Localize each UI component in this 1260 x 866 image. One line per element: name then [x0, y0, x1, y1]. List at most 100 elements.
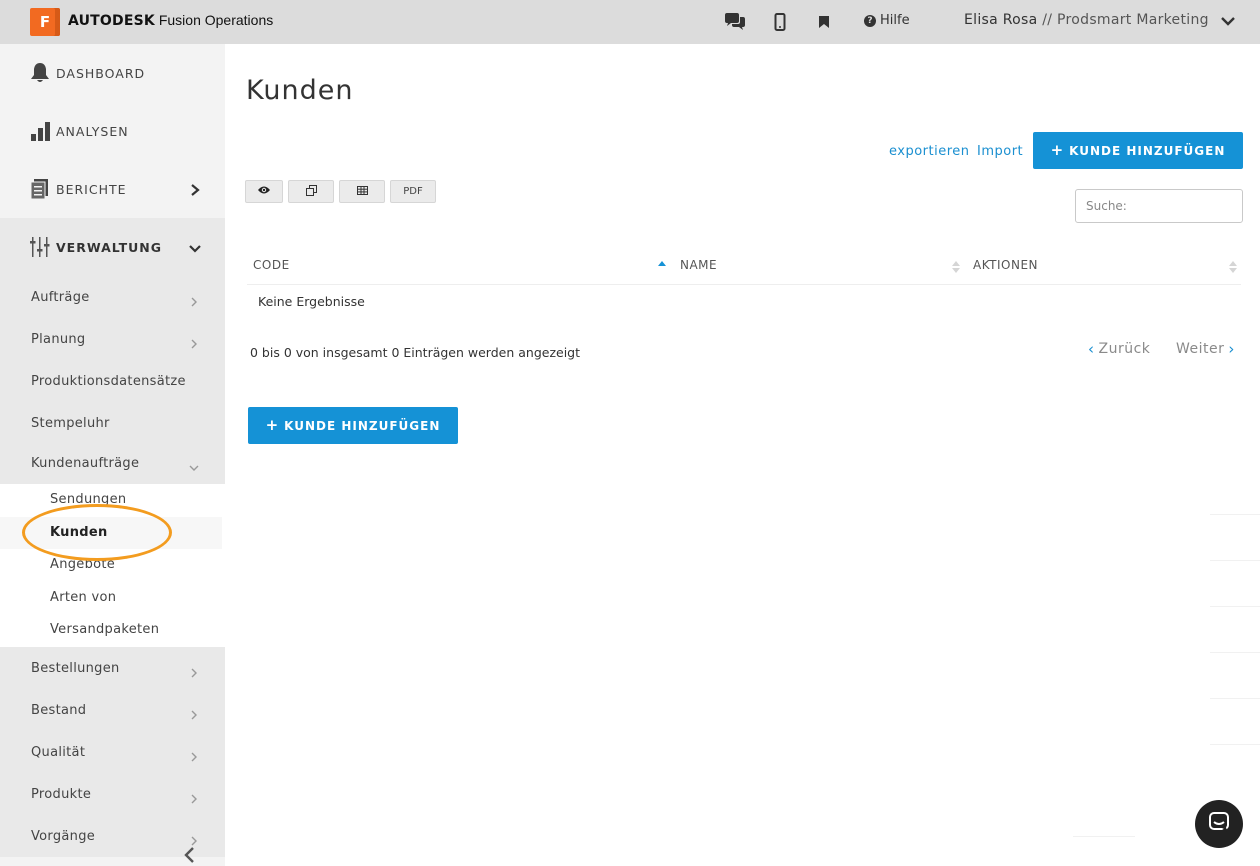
divider — [1210, 606, 1260, 607]
sidebar-item-label: Bestand — [31, 702, 87, 718]
mobile-icon[interactable] — [767, 9, 793, 35]
sidebar-item-label: Produktionsdatensätze — [31, 373, 186, 389]
import-link[interactable]: Import — [977, 144, 1023, 159]
brand-name-bold: AUTODESK — [68, 13, 155, 29]
eye-icon — [257, 185, 271, 198]
chat-icon[interactable] — [722, 9, 748, 35]
chat-widget-button[interactable] — [1195, 800, 1243, 848]
pdf-label: PDF — [403, 186, 423, 197]
plus-icon: + — [1050, 141, 1065, 159]
copy-icon — [305, 184, 317, 199]
chevron-down-icon — [189, 458, 199, 471]
chevron-right-icon — [189, 789, 199, 804]
sidebar-item-label: Aufträge — [31, 289, 90, 305]
pdf-export-button[interactable]: PDF — [390, 180, 436, 203]
brand-name-rest: Fusion Operations — [154, 12, 274, 28]
submenu-panel: Sendungen Kunden Angebote Arten von Vers… — [0, 484, 225, 647]
chat-bubble-icon — [1208, 811, 1230, 837]
bookmark-icon[interactable] — [811, 9, 837, 35]
sidebar: DASHBOARD ANALYSEN BERICHTE VERWALTUNG A… — [0, 44, 225, 866]
pagination-previous[interactable]: ‹ Zurück — [1088, 340, 1150, 358]
sidebar-item-label: Bestellungen — [31, 660, 120, 676]
pagination-next-label: Weiter — [1176, 341, 1225, 357]
chevron-down-icon[interactable] — [1218, 10, 1238, 32]
help-label: Hilfe — [880, 13, 910, 28]
sidebar-item-bestand[interactable]: Bestand — [0, 689, 225, 731]
sidebar-item-produktionsdatensaetze[interactable]: Produktionsdatensätze — [0, 360, 225, 402]
pagination-next[interactable]: Weiter › — [1176, 340, 1235, 358]
sort-both-icon[interactable] — [952, 259, 960, 273]
sort-ascending-icon[interactable] — [658, 258, 666, 270]
sort-both-icon[interactable] — [1229, 259, 1237, 273]
sidebar-item-berichte[interactable]: BERICHTE — [0, 160, 225, 218]
sidebar-item-versandpaketen[interactable]: Versandpaketen — [0, 614, 225, 646]
column-header-name[interactable]: NAME — [680, 258, 717, 272]
table-icon — [356, 185, 368, 198]
column-visibility-button[interactable] — [245, 180, 283, 203]
sidebar-item-label: Kundenaufträge — [31, 455, 140, 471]
sidebar-item-sendungen[interactable]: Sendungen — [0, 484, 225, 516]
sidebar-item-label: Versandpaketen — [50, 622, 160, 637]
sidebar-item-qualitaet[interactable]: Qualität — [0, 731, 225, 773]
sidebar-item-label: Stempeluhr — [31, 415, 110, 431]
help-link[interactable]: ? Hilfe — [864, 13, 910, 28]
sidebar-item-kunden[interactable]: Kunden — [0, 517, 222, 549]
collapse-sidebar-icon[interactable] — [182, 846, 198, 864]
chevron-right-icon — [189, 831, 199, 846]
sidebar-item-label: Sendungen — [50, 492, 127, 507]
search-input[interactable] — [1075, 189, 1243, 223]
add-customer-bottom-button[interactable]: + KUNDE HINZUFÜGEN — [248, 407, 458, 444]
sidebar-item-bestellungen[interactable]: Bestellungen — [0, 647, 225, 689]
fusion-logo-icon[interactable]: F — [30, 8, 60, 36]
sidebar-item-label: Kunden — [50, 525, 108, 540]
column-header-aktionen[interactable]: AKTIONEN — [973, 258, 1038, 272]
chevron-right-icon — [189, 292, 199, 307]
sidebar-item-kundenauftraege[interactable]: Kundenaufträge — [0, 442, 225, 484]
chevron-right-icon: › — [1228, 340, 1235, 358]
sidebar-item-label: Produkte — [31, 786, 92, 802]
export-link[interactable]: exportieren — [889, 144, 970, 159]
table-info-text: 0 bis 0 von insgesamt 0 Einträgen werden… — [250, 345, 581, 360]
divider — [1210, 744, 1260, 745]
column-header-code[interactable]: CODE — [253, 258, 290, 272]
table-header-divider — [247, 284, 1241, 285]
bar-chart-icon — [30, 120, 50, 142]
main-content: Kunden exportieren Import + KUNDE HINZUF… — [225, 44, 1260, 866]
sidebar-item-dashboard[interactable]: DASHBOARD — [0, 44, 225, 102]
question-icon: ? — [864, 14, 876, 27]
app-name[interactable]: AUTODESK Fusion Operations — [68, 12, 273, 29]
chevron-right-icon — [188, 182, 202, 196]
sidebar-item-label: DASHBOARD — [56, 65, 146, 81]
sidebar-item-label: Vorgänge — [31, 828, 96, 844]
plus-icon: + — [265, 416, 280, 434]
add-customer-button[interactable]: + KUNDE HINZUFÜGEN — [1033, 132, 1243, 169]
chevron-left-icon: ‹ — [1088, 340, 1095, 358]
pagination-previous-label: Zurück — [1098, 341, 1151, 357]
sidebar-item-auftraege[interactable]: Aufträge — [0, 276, 225, 318]
sidebar-item-stempeluhr[interactable]: Stempeluhr — [0, 402, 225, 444]
user-org: // Prodsmart Marketing — [1037, 12, 1209, 28]
sidebar-item-label: Arten von — [50, 590, 117, 605]
sidebar-item-label: Planung — [31, 331, 86, 347]
report-icon — [30, 178, 50, 200]
copy-button[interactable] — [288, 180, 334, 203]
page-title: Kunden — [246, 75, 354, 106]
sidebar-item-label: Qualität — [31, 744, 86, 760]
sidebar-item-produkte[interactable]: Produkte — [0, 773, 225, 815]
chevron-right-icon — [189, 334, 199, 349]
divider — [1073, 836, 1135, 837]
sidebar-item-label: BERICHTE — [56, 181, 127, 197]
divider — [1210, 652, 1260, 653]
sidebar-item-planung[interactable]: Planung — [0, 318, 225, 360]
bell-icon — [30, 62, 50, 84]
add-customer-bottom-label: KUNDE HINZUFÜGEN — [284, 418, 441, 433]
csv-export-button[interactable] — [339, 180, 385, 203]
sidebar-item-analysen[interactable]: ANALYSEN — [0, 102, 225, 160]
divider — [1210, 698, 1260, 699]
sidebar-item-verwaltung[interactable]: VERWALTUNG — [0, 218, 225, 276]
sidebar-item-angebote[interactable]: Angebote — [0, 549, 225, 581]
user-menu[interactable]: Elisa Rosa // Prodsmart Marketing — [964, 12, 1209, 28]
chevron-right-icon — [189, 663, 199, 678]
divider — [1210, 560, 1260, 561]
sidebar-item-arten-von[interactable]: Arten von — [0, 582, 225, 614]
